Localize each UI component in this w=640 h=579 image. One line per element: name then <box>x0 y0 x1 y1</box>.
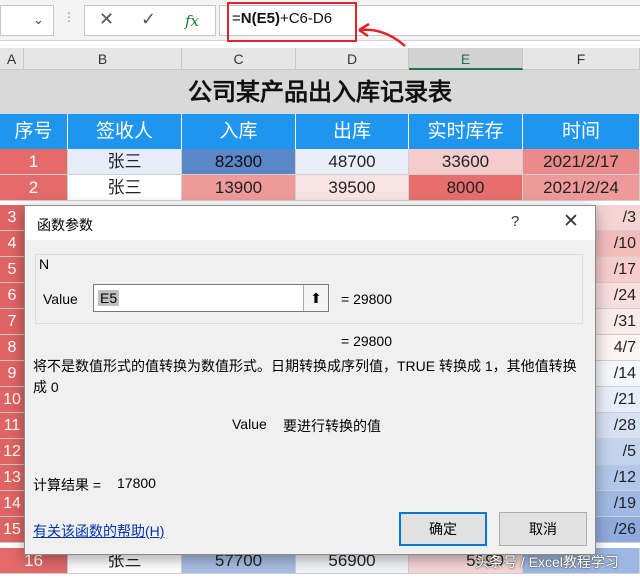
table-cell-stock[interactable]: 8000 <box>409 175 523 201</box>
table-cell-date[interactable]: /31 <box>590 309 640 335</box>
table-cell-date[interactable]: /12 <box>590 465 640 491</box>
row-number[interactable]: 12 <box>0 439 24 465</box>
header-receiver[interactable]: 签收人 <box>68 114 182 149</box>
row-number[interactable]: 10 <box>0 387 24 413</box>
sheet-title[interactable]: 公司某产品出入库记录表 <box>0 70 640 115</box>
table-cell-date[interactable]: 2021/2/17 <box>523 149 640 175</box>
watermark: 头条号 / Excel教程学习 <box>475 554 619 570</box>
table-cell-date[interactable]: /3 <box>590 205 640 231</box>
cancel-button[interactable]: 取消 <box>499 512 587 546</box>
table-cell-date[interactable]: /10 <box>590 231 640 257</box>
table-cell-date[interactable]: /24 <box>590 283 640 309</box>
table-cell-date[interactable]: 2021/2/24 <box>523 175 640 201</box>
table-cell-no[interactable]: 1 <box>0 149 68 175</box>
function-name: N <box>39 256 50 272</box>
table-cell-out[interactable]: 48700 <box>296 149 409 175</box>
close-icon[interactable]: ✕ <box>563 210 579 233</box>
table-cell-date[interactable]: /26 <box>590 517 640 543</box>
header-inbound[interactable]: 入库 <box>182 114 296 149</box>
help-icon[interactable]: ? <box>511 213 519 230</box>
table-cell-date[interactable]: /28 <box>590 413 640 439</box>
value-param-input[interactable]: E5 <box>93 284 329 312</box>
header-no[interactable]: 序号 <box>0 114 68 149</box>
row-number[interactable]: 4 <box>0 231 24 257</box>
name-box[interactable]: ⌄ <box>0 5 54 36</box>
table-cell-date[interactable]: /21 <box>590 387 640 413</box>
row-number[interactable]: 14 <box>0 491 24 517</box>
column-header-c[interactable]: C <box>182 48 296 70</box>
annotation-box <box>227 2 357 42</box>
arg-description-text: 要进行转换的值 <box>283 418 381 434</box>
table-cell-date[interactable]: /19 <box>590 491 640 517</box>
dialog-title: 函数参数 <box>37 217 93 233</box>
row-number[interactable]: 5 <box>0 257 24 283</box>
table-cell-date[interactable]: /5 <box>590 439 640 465</box>
table-cell-name[interactable]: 张三 <box>68 149 182 175</box>
table-cell-stock[interactable]: 33600 <box>409 149 523 175</box>
result-label: 计算结果 = <box>33 477 102 493</box>
row-number[interactable]: 11 <box>0 413 24 439</box>
ok-button[interactable]: 确定 <box>399 512 487 546</box>
function-help-link[interactable]: 有关该函数的帮助(H) <box>33 521 164 541</box>
row-number[interactable]: 13 <box>0 465 24 491</box>
annotation-arrow-icon <box>358 22 406 47</box>
row-number[interactable]: 8 <box>0 335 24 361</box>
value-param-text[interactable]: E5 <box>98 290 120 306</box>
row-number[interactable]: 15 <box>0 517 24 543</box>
table-cell-date[interactable]: /17 <box>590 257 640 283</box>
formula-evaluation: = 29800 <box>341 333 392 349</box>
dialog-titlebar[interactable]: 函数参数 ? ✕ <box>25 206 595 240</box>
value-param-label: Value <box>43 291 78 307</box>
drag-handle-icon[interactable]: ⋮ <box>63 10 75 24</box>
header-date[interactable]: 时间 <box>523 114 640 149</box>
collapse-dialog-icon[interactable]: ⬆ <box>303 285 328 311</box>
table-cell-name[interactable]: 张三 <box>68 175 182 201</box>
row-number[interactable]: 6 <box>0 283 24 309</box>
function-description: 将不是数值形式的值转换为数值形式。日期转换成序列值，TRUE 转换成 1，其他值… <box>33 358 577 395</box>
column-header-d[interactable]: D <box>296 48 409 70</box>
row-number[interactable]: 9 <box>0 361 24 387</box>
function-arguments-dialog: 函数参数 ? ✕ N Value E5 ⬆ = 29800 = 29800 将不… <box>24 205 596 555</box>
table-cell-date[interactable]: 4/7 <box>590 335 640 361</box>
chevron-down-icon[interactable]: ⌄ <box>33 12 44 28</box>
enter-formula-icon[interactable]: ✓ <box>141 9 156 30</box>
formula-buttons: ✕ ✓ fx <box>84 5 216 36</box>
table-cell-no[interactable]: 2 <box>0 175 68 201</box>
column-header-f[interactable]: F <box>523 48 640 70</box>
param-evaluation: = 29800 <box>341 291 392 307</box>
table-cell-in[interactable]: 13900 <box>182 175 296 201</box>
insert-function-icon[interactable]: fx <box>185 12 199 30</box>
table-cell-in[interactable]: 82300 <box>182 149 296 175</box>
cancel-formula-icon[interactable]: ✕ <box>99 9 114 30</box>
table-cell-date[interactable]: /14 <box>590 361 640 387</box>
row-number[interactable]: 7 <box>0 309 24 335</box>
header-outbound[interactable]: 出库 <box>296 114 409 149</box>
column-header-b[interactable]: B <box>24 48 182 70</box>
header-stock[interactable]: 实时库存 <box>409 114 523 149</box>
result-value: 17800 <box>117 475 156 491</box>
table-cell-out[interactable]: 39500 <box>296 175 409 201</box>
column-header-e[interactable]: E <box>409 48 523 70</box>
arg-description-name: Value <box>232 416 267 432</box>
column-header-a[interactable]: A <box>0 48 24 70</box>
row-number[interactable]: 3 <box>0 205 24 231</box>
